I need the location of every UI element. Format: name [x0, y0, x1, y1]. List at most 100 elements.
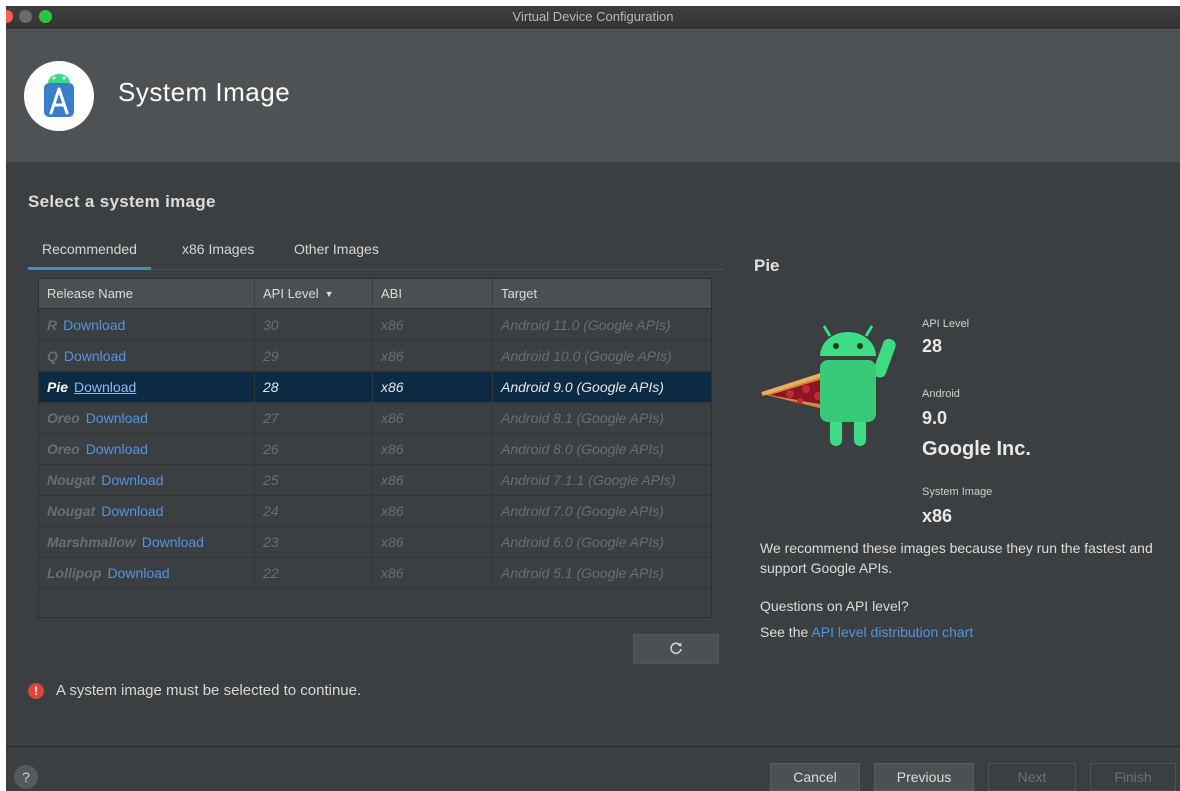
- window-title: Virtual Device Configuration: [512, 9, 674, 24]
- finish-button[interactable]: Finish: [1090, 763, 1176, 791]
- abi-cell: x86: [373, 465, 493, 496]
- recommendation-text: We recommend these images because they r…: [760, 540, 1153, 576]
- api-chart-line: See the API level distribution chart: [760, 624, 973, 640]
- tab-other-images[interactable]: Other Images: [280, 232, 393, 270]
- table-header: Release Name API Level ▼ ABI Target: [39, 279, 711, 309]
- target-cell: Android 9.0 (Google APIs): [501, 379, 664, 395]
- abi-cell: x86: [373, 558, 493, 589]
- api-level-cell: 29: [255, 341, 373, 372]
- target-cell: Android 7.0 (Google APIs): [501, 503, 664, 519]
- android-label: Android: [922, 388, 960, 400]
- tab-recommended[interactable]: Recommended: [28, 232, 151, 270]
- release-name-cell: Oreo Download: [39, 434, 255, 465]
- page-title: System Image: [118, 77, 291, 107]
- android-studio-icon: [24, 61, 94, 131]
- target-cell: Android 11.0 (Google APIs): [501, 317, 671, 333]
- cancel-button[interactable]: Cancel: [770, 763, 860, 791]
- download-link[interactable]: Download: [74, 379, 136, 395]
- release-name-cell: Q Download: [39, 341, 255, 372]
- api-level-cell: 30: [255, 310, 373, 341]
- column-header-api-level[interactable]: API Level ▼: [255, 279, 373, 309]
- api-level-cell: 24: [255, 496, 373, 527]
- download-link[interactable]: Download: [64, 348, 126, 364]
- android-pie-illustration-icon: [760, 316, 910, 466]
- minimize-window-button[interactable]: [19, 10, 32, 23]
- release-name: Lollipop: [47, 565, 102, 581]
- target-cell: Android 5.1 (Google APIs): [501, 565, 664, 581]
- api-level-question: Questions on API level?: [760, 598, 909, 614]
- previous-button[interactable]: Previous: [874, 763, 974, 791]
- system-image-value: x86: [922, 506, 953, 526]
- download-link[interactable]: Download: [107, 565, 169, 581]
- release-name: Q: [47, 348, 58, 364]
- api-level-label: API Level: [922, 318, 970, 330]
- api-level-cell: 22: [255, 558, 373, 589]
- section-title: Select a system image: [28, 192, 216, 211]
- download-link[interactable]: Download: [101, 503, 163, 519]
- target-cell: Android 10.0 (Google APIs): [501, 348, 672, 364]
- column-header-abi[interactable]: ABI: [373, 279, 493, 309]
- api-level-cell: 27: [255, 403, 373, 434]
- table-row[interactable]: Marshmallow Download 23 x86 Android 6.0 (Goo…: [39, 527, 711, 558]
- error-icon: !: [28, 683, 44, 699]
- target-cell: Android 7.1.1 (Google APIs): [501, 472, 676, 488]
- download-link[interactable]: Download: [63, 317, 125, 333]
- release-name-cell: Nougat Download: [39, 465, 255, 496]
- table-row[interactable]: Q Download 29 x86 Android 10.0 (Google APIs): [39, 341, 711, 372]
- system-image-table: Release Name API Level ▼ ABI Target R Down…: [38, 278, 712, 618]
- refresh-button[interactable]: [633, 634, 719, 664]
- table-row[interactable]: Lollipop Download 22 x86 Android 5.1 (Google…: [39, 558, 711, 589]
- release-name: Pie: [47, 379, 69, 395]
- release-name-cell: Marshmallow Download: [39, 527, 255, 558]
- release-name: Nougat: [47, 472, 96, 488]
- system-image-label: System Image: [922, 486, 993, 498]
- target-cell: Android 6.0 (Google APIs): [501, 534, 664, 550]
- tab-x86-images[interactable]: x86 Images: [168, 232, 268, 270]
- vendor-value: Google Inc.: [922, 438, 1031, 460]
- download-link[interactable]: Download: [86, 410, 148, 426]
- abi-cell: x86: [373, 527, 493, 558]
- release-name: Oreo: [47, 410, 80, 426]
- abi-cell: x86: [373, 496, 493, 527]
- help-button[interactable]: ?: [14, 765, 38, 789]
- wizard-header: System Image: [6, 29, 1180, 162]
- next-button[interactable]: Next: [988, 763, 1076, 791]
- detail-title: Pie: [754, 256, 780, 275]
- download-link[interactable]: Download: [86, 441, 148, 457]
- dialog-window: Virtual Device Configuration System Imag…: [6, 6, 1180, 791]
- table-row[interactable]: Oreo Download 27 x86 Android 8.1 (Google API…: [39, 403, 711, 434]
- release-name: Nougat: [47, 503, 96, 519]
- refresh-icon: [670, 642, 682, 655]
- release-name: Oreo: [47, 441, 80, 457]
- abi-cell: x86: [373, 310, 493, 341]
- download-link[interactable]: Download: [142, 534, 204, 550]
- abi-cell: x86: [373, 403, 493, 434]
- target-cell: Android 8.1 (Google APIs): [501, 410, 664, 426]
- download-link[interactable]: Download: [101, 472, 163, 488]
- api-level-cell: 28: [255, 372, 373, 403]
- release-name-cell: Pie Download: [39, 372, 255, 403]
- api-level-cell: 23: [255, 527, 373, 558]
- abi-cell: x86: [373, 434, 493, 465]
- api-level-cell: 26: [255, 434, 373, 465]
- table-row[interactable]: Pie Download 28 x86 Android 9.0 (Google APIs…: [39, 372, 711, 403]
- table-row[interactable]: R Download 30 x86 Android 11.0 (Google APIs): [39, 310, 711, 341]
- api-level-distribution-chart-link[interactable]: API level distribution chart: [811, 624, 973, 640]
- release-name-cell: Lollipop Download: [39, 558, 255, 589]
- target-cell: Android 8.0 (Google APIs): [501, 441, 664, 457]
- sort-desc-icon: ▼: [324, 289, 334, 299]
- table-row[interactable]: Nougat Download 24 x86 Android 7.0 (Google A…: [39, 496, 711, 527]
- title-bar: Virtual Device Configuration: [6, 6, 1180, 28]
- table-row[interactable]: Oreo Download 26 x86 Android 8.0 (Google API…: [39, 434, 711, 465]
- maximize-window-button[interactable]: [39, 10, 52, 23]
- column-header-release-name[interactable]: Release Name: [39, 279, 255, 309]
- release-name: Marshmallow: [47, 534, 136, 550]
- release-name: R: [47, 317, 58, 333]
- table-row[interactable]: Nougat Download 25 x86 Android 7.1.1 (Google…: [39, 465, 711, 496]
- android-version-value: 9.0: [922, 408, 948, 428]
- wizard-footer: ? Cancel Previous Next Finish: [6, 746, 1180, 791]
- api-level-value: 28: [922, 336, 943, 356]
- close-window-button[interactable]: [6, 10, 13, 23]
- column-header-target[interactable]: Target: [493, 279, 713, 309]
- abi-cell: x86: [373, 372, 493, 403]
